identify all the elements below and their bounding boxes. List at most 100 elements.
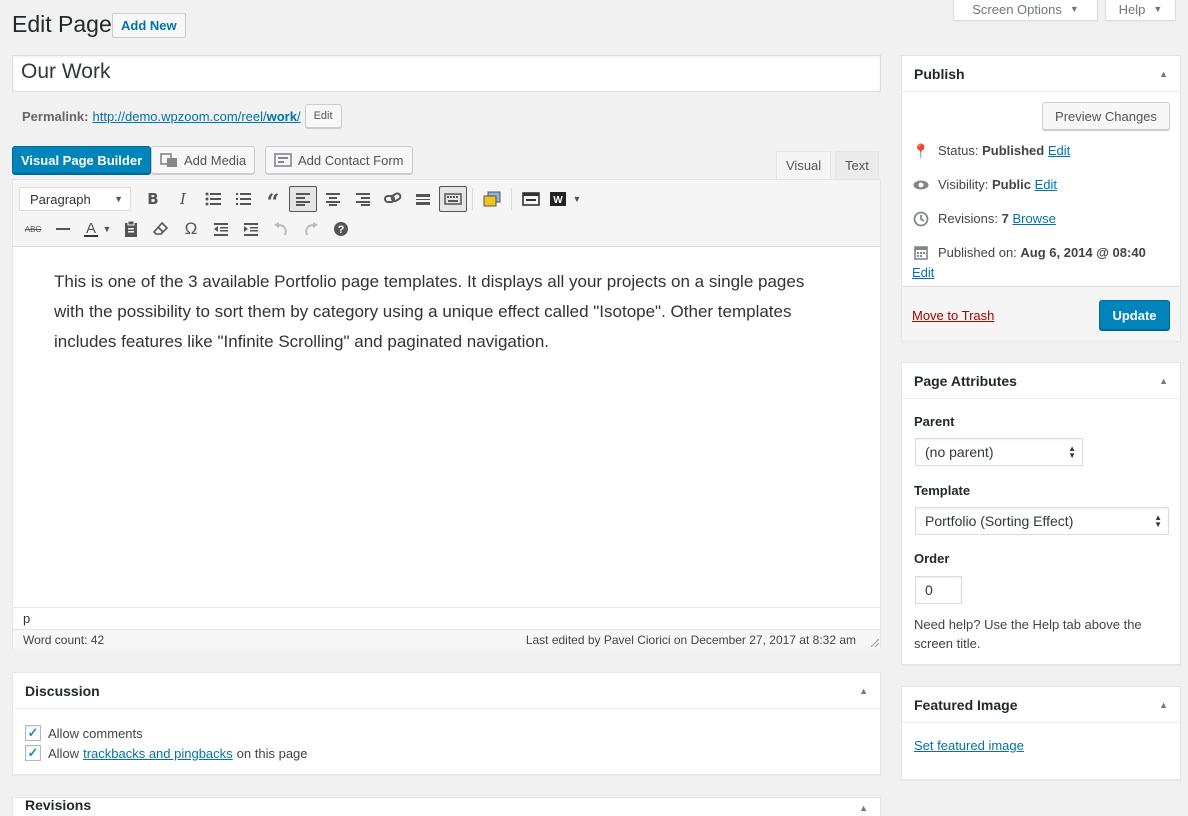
editor-toolbar: Paragraph ▼ B I “ W ▼ ABC A ▼ Ω ? <box>13 180 880 247</box>
tab-visual[interactable]: Visual <box>776 151 832 180</box>
visual-page-builder-button[interactable]: Visual Page Builder <box>12 146 152 174</box>
strikethrough-icon[interactable]: ABC <box>19 216 47 242</box>
page-attributes-help: Need help? Use the Help tab above the sc… <box>914 617 1142 651</box>
discussion-header[interactable]: Discussion ▲ <box>13 673 880 709</box>
template-label: Template <box>914 483 971 498</box>
blockquote-icon[interactable]: “ <box>259 186 287 214</box>
italic-icon[interactable]: I <box>169 186 197 212</box>
paste-text-icon[interactable] <box>117 216 145 242</box>
last-edited: Last edited by Pavel Ciorici on December… <box>525 632 856 647</box>
publish-box: Publish ▲ Preview Changes 📍 Status: Publ… <box>901 55 1181 341</box>
align-center-icon[interactable] <box>319 186 347 212</box>
status-row: 📍 Status: Published Edit <box>912 143 1071 159</box>
svg-text:W: W <box>553 195 563 206</box>
format-select[interactable]: Paragraph ▼ <box>19 187 131 211</box>
preview-changes-button[interactable]: Preview Changes <box>1042 102 1170 130</box>
align-right-icon[interactable] <box>349 186 377 212</box>
svg-text:A: A <box>86 220 96 237</box>
published-edit-link[interactable]: Edit <box>912 265 934 280</box>
collapse-arrow-icon[interactable]: ▲ <box>1159 69 1168 79</box>
featured-image-box: Featured Image ▲ Set featured image <box>901 686 1181 780</box>
revisions-box: Revisions ▲ <box>12 797 881 816</box>
wpzoom-shortcode-icon[interactable]: W ▼ <box>547 186 583 212</box>
parent-select[interactable]: (no parent) ▲ ▼ <box>915 438 1083 466</box>
form-icon <box>274 153 292 167</box>
tab-text[interactable]: Text <box>835 151 879 180</box>
permalink-label: Permalink: <box>22 108 89 124</box>
toolbar-separator <box>472 188 473 210</box>
select-arrows-icon: ▲ ▼ <box>1068 444 1076 460</box>
help-button[interactable]: Help ▼ <box>1105 0 1176 21</box>
publish-header[interactable]: Publish ▲ <box>902 56 1180 92</box>
resize-handle-icon[interactable] <box>871 639 879 647</box>
add-media-button[interactable]: Add Media <box>151 146 256 174</box>
special-character-icon[interactable]: Ω <box>177 216 205 242</box>
collapse-arrow-icon[interactable]: ▲ <box>1159 700 1168 710</box>
horizontal-line-icon[interactable] <box>49 216 77 242</box>
clear-formatting-icon[interactable] <box>147 216 175 242</box>
move-to-trash-link[interactable]: Move to Trash <box>912 308 994 323</box>
permalink-link[interactable]: http://demo.wpzoom.com/reel/work/ <box>92 109 300 124</box>
media-icon <box>160 153 177 167</box>
collapse-arrow-icon[interactable]: ▲ <box>859 803 868 813</box>
trackbacks-link[interactable]: trackbacks and pingbacks <box>83 746 233 761</box>
parent-label: Parent <box>914 414 955 429</box>
editor-status-bar: Word count: 42 Last edited by Pavel Cior… <box>13 629 880 649</box>
bold-icon[interactable]: B <box>139 186 167 212</box>
featured-image-header[interactable]: Featured Image ▲ <box>902 687 1180 723</box>
caret-down-icon: ▼ <box>114 194 123 204</box>
gallery-icon[interactable] <box>478 186 506 212</box>
permalink: Permalink: http://demo.wpzoom.com/reel/w… <box>22 104 342 128</box>
revisions-clock-icon <box>912 211 930 230</box>
select-arrows-icon: ▲ ▼ <box>1154 513 1162 529</box>
revisions-row: Revisions: 7 Browse <box>912 211 1056 230</box>
align-left-icon[interactable] <box>289 186 317 212</box>
allow-comments-checkbox[interactable]: ✓ <box>25 725 41 741</box>
add-contact-form-button[interactable]: Add Contact Form <box>265 146 413 174</box>
collapse-arrow-icon[interactable]: ▲ <box>859 686 868 696</box>
allow-trackbacks-row: ✓ Allow trackbacks and pingbacks on this… <box>25 743 868 763</box>
numbered-list-icon[interactable] <box>229 186 257 212</box>
toolbar-separator <box>511 188 512 210</box>
page-title: Edit Page <box>12 11 112 37</box>
undo-icon[interactable] <box>267 216 295 242</box>
read-more-icon[interactable] <box>409 186 437 212</box>
link-icon[interactable] <box>379 186 407 212</box>
discussion-box: Discussion ▲ ✓ Allow comments ✓ Allow tr… <box>12 672 881 775</box>
page-attributes-box: Page Attributes ▲ Parent (no parent) ▲ ▼ … <box>901 362 1181 665</box>
form-embed-icon[interactable] <box>517 186 545 212</box>
update-button[interactable]: Update <box>1099 300 1170 330</box>
visibility-edit-link[interactable]: Edit <box>1035 177 1057 192</box>
collapse-arrow-icon[interactable]: ▲ <box>1159 376 1168 386</box>
element-path: p <box>13 607 880 629</box>
permalink-edit-button[interactable]: Edit <box>304 104 342 128</box>
allow-trackbacks-checkbox[interactable]: ✓ <box>25 745 41 761</box>
bullet-list-icon[interactable] <box>199 186 227 212</box>
template-select[interactable]: Portfolio (Sorting Effect) ▲ ▼ <box>915 507 1169 535</box>
revisions-browse-link[interactable]: Browse <box>1012 211 1055 226</box>
outdent-icon[interactable] <box>207 216 235 242</box>
published-on-row: Published on: Aug 6, 2014 @ 08:40 <box>912 245 1146 263</box>
eye-icon <box>912 177 930 193</box>
redo-icon[interactable] <box>297 216 325 242</box>
content-editor: Paragraph ▼ B I “ W ▼ ABC A ▼ Ω ? This i… <box>12 179 881 649</box>
caret-down-icon: ▼ <box>1153 4 1163 14</box>
caret-down-icon: ▼ <box>1069 4 1079 14</box>
screen-options-button[interactable]: Screen Options ▼ <box>953 0 1098 21</box>
visibility-row: Visibility: Public Edit <box>912 177 1057 193</box>
text-color-icon[interactable]: A ▼ <box>79 216 115 242</box>
order-input[interactable]: 0 <box>915 576 962 604</box>
title-input[interactable]: Our Work <box>12 55 881 92</box>
page-attributes-header[interactable]: Page Attributes ▲ <box>902 363 1180 399</box>
toolbar-toggle-icon[interactable] <box>439 186 467 212</box>
indent-icon[interactable] <box>237 216 265 242</box>
revisions-header[interactable]: Revisions ▲ <box>13 797 880 816</box>
editor-content[interactable]: This is one of the 3 available Portfolio… <box>54 267 814 357</box>
pin-icon: 📍 <box>912 143 930 159</box>
calendar-icon <box>912 245 930 263</box>
word-count: Word count: 42 <box>23 632 105 647</box>
set-featured-image-link[interactable]: Set featured image <box>914 738 1024 753</box>
help-icon[interactable]: ? <box>327 216 355 242</box>
add-new-button[interactable]: Add New <box>112 13 186 38</box>
status-edit-link[interactable]: Edit <box>1048 143 1070 158</box>
